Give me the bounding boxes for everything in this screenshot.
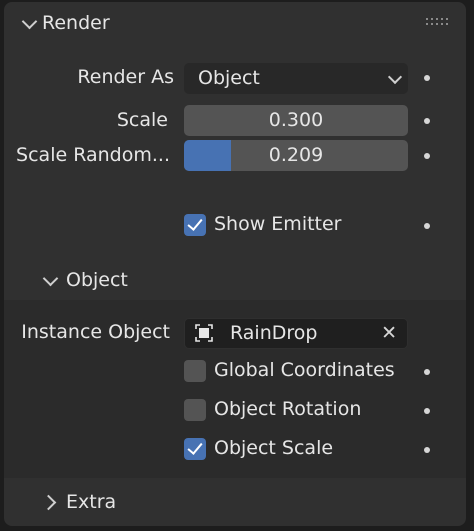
scale-randomness-label: Scale Random... xyxy=(16,144,170,166)
extra-subpanel-title: Extra xyxy=(66,491,117,513)
chevron-down-icon[interactable] xyxy=(21,13,38,30)
scale-randomness-slider[interactable]: 0.209 xyxy=(184,140,408,171)
checkbox-box[interactable] xyxy=(184,438,206,460)
object-icon xyxy=(195,324,213,342)
keyframe-dot[interactable] xyxy=(424,369,430,375)
render-as-dropdown[interactable]: Object xyxy=(184,63,408,94)
scale-value: 0.300 xyxy=(268,109,324,131)
chevron-down-icon xyxy=(387,69,403,85)
scale-field[interactable]: 0.300 xyxy=(184,105,408,136)
instance-object-field[interactable]: RainDrop ✕ xyxy=(184,318,408,349)
drag-grip-icon[interactable] xyxy=(426,18,448,28)
clear-x-icon[interactable]: ✕ xyxy=(381,322,397,344)
keyframe-dot[interactable] xyxy=(424,118,430,124)
chevron-down-icon[interactable] xyxy=(42,270,59,287)
render-as-label: Render As xyxy=(77,66,174,88)
chevron-right-icon[interactable] xyxy=(40,494,57,511)
checkbox-box[interactable] xyxy=(184,214,206,236)
object-subpanel-title: Object xyxy=(66,269,128,291)
global-coordinates-label: Global Coordinates xyxy=(214,359,395,381)
render-panel-title: Render xyxy=(42,12,110,34)
scale-label: Scale xyxy=(116,109,168,131)
keyframe-dot[interactable] xyxy=(424,153,430,159)
show-emitter-label: Show Emitter xyxy=(214,213,342,235)
object-scale-label: Object Scale xyxy=(214,437,334,459)
checkbox-box[interactable] xyxy=(184,399,206,421)
instance-object-value: RainDrop xyxy=(230,322,318,344)
keyframe-dot[interactable] xyxy=(424,408,430,414)
keyframe-dot[interactable] xyxy=(424,447,430,453)
keyframe-dot[interactable] xyxy=(424,75,430,81)
keyframe-dot[interactable] xyxy=(424,223,430,229)
render-panel: Render Render As Object Scale 0.300 Scal… xyxy=(4,2,466,526)
object-rotation-label: Object Rotation xyxy=(214,398,362,420)
render-as-value: Object xyxy=(198,67,260,89)
render-panel-header[interactable]: Render xyxy=(4,2,466,46)
checkbox-box[interactable] xyxy=(184,360,206,382)
scale-randomness-value: 0.209 xyxy=(268,144,324,166)
instance-object-label: Instance Object xyxy=(21,321,170,343)
